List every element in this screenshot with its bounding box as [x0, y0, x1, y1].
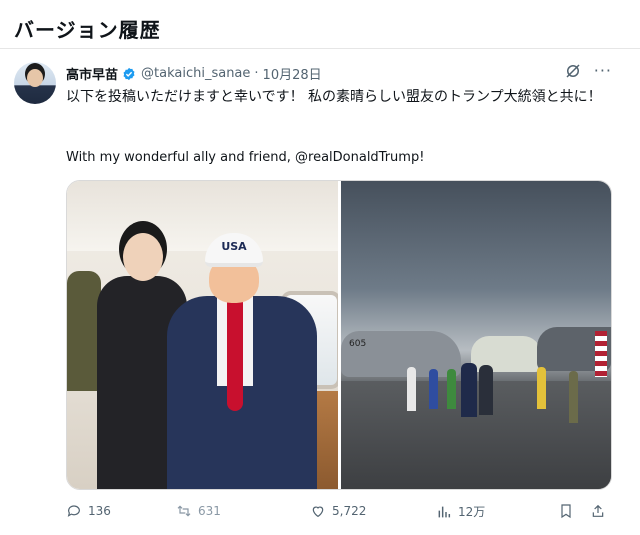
crew-member	[569, 371, 578, 423]
reply-icon	[67, 505, 80, 517]
crew-member	[447, 369, 456, 409]
more-icon[interactable]: ···	[594, 62, 612, 80]
crew-member	[537, 367, 546, 409]
like-button[interactable]: 5,722	[310, 503, 366, 519]
like-icon	[312, 506, 324, 518]
post-header: 高市早苗 @takaichi_sanae · 10月28日	[66, 64, 322, 83]
post-text-english: With my wonderful ally and friend, @real…	[66, 150, 425, 165]
photo-aircraft-interior[interactable]: USA	[67, 181, 338, 489]
avatar-face	[27, 69, 43, 87]
post-date[interactable]: 10月28日	[263, 64, 322, 83]
reply-count: 136	[88, 504, 111, 518]
like-count: 5,722	[332, 504, 367, 518]
repost-icon	[177, 505, 191, 517]
repost-button[interactable]: 631	[176, 503, 221, 519]
walking-person	[461, 363, 477, 417]
share-icon	[592, 504, 604, 517]
views-icon	[438, 506, 451, 517]
cabin-ceiling	[67, 181, 338, 251]
separator-dot: ·	[254, 66, 259, 81]
person-background	[67, 271, 101, 391]
photo-aircraft-carrier[interactable]: 605	[341, 181, 611, 489]
post-text-japanese: 以下を投稿いただけますと幸いです！ 私の素晴らしい盟友のトランプ大統領と共に！	[66, 89, 602, 105]
header-divider	[0, 48, 640, 49]
person-left-face	[123, 233, 163, 281]
bookmark-icon	[561, 504, 571, 519]
page-title: バージョン履歴	[14, 18, 161, 42]
views-count: 12万	[458, 505, 486, 519]
repost-count: 631	[198, 504, 221, 518]
red-tie	[227, 301, 243, 411]
walking-person	[479, 365, 493, 415]
views-button[interactable]: 12万	[436, 503, 485, 520]
avatar[interactable]	[14, 62, 56, 104]
crew-member	[429, 369, 438, 409]
post-top-actions: ···	[564, 62, 612, 80]
bookmark-button[interactable]	[558, 503, 574, 519]
us-flag	[595, 331, 607, 377]
reply-button[interactable]: 136	[66, 503, 111, 519]
post-media[interactable]: USA 605	[66, 180, 612, 490]
crew-member	[407, 367, 416, 411]
author-name[interactable]: 高市早苗	[66, 64, 118, 83]
grok-icon[interactable]	[564, 62, 582, 80]
fighter-jet-left	[341, 331, 461, 377]
jet-number: 605	[349, 339, 367, 349]
verified-badge-icon	[123, 67, 135, 80]
share-button[interactable]	[590, 503, 606, 519]
author-handle[interactable]: @takaichi_sanae	[141, 66, 250, 81]
